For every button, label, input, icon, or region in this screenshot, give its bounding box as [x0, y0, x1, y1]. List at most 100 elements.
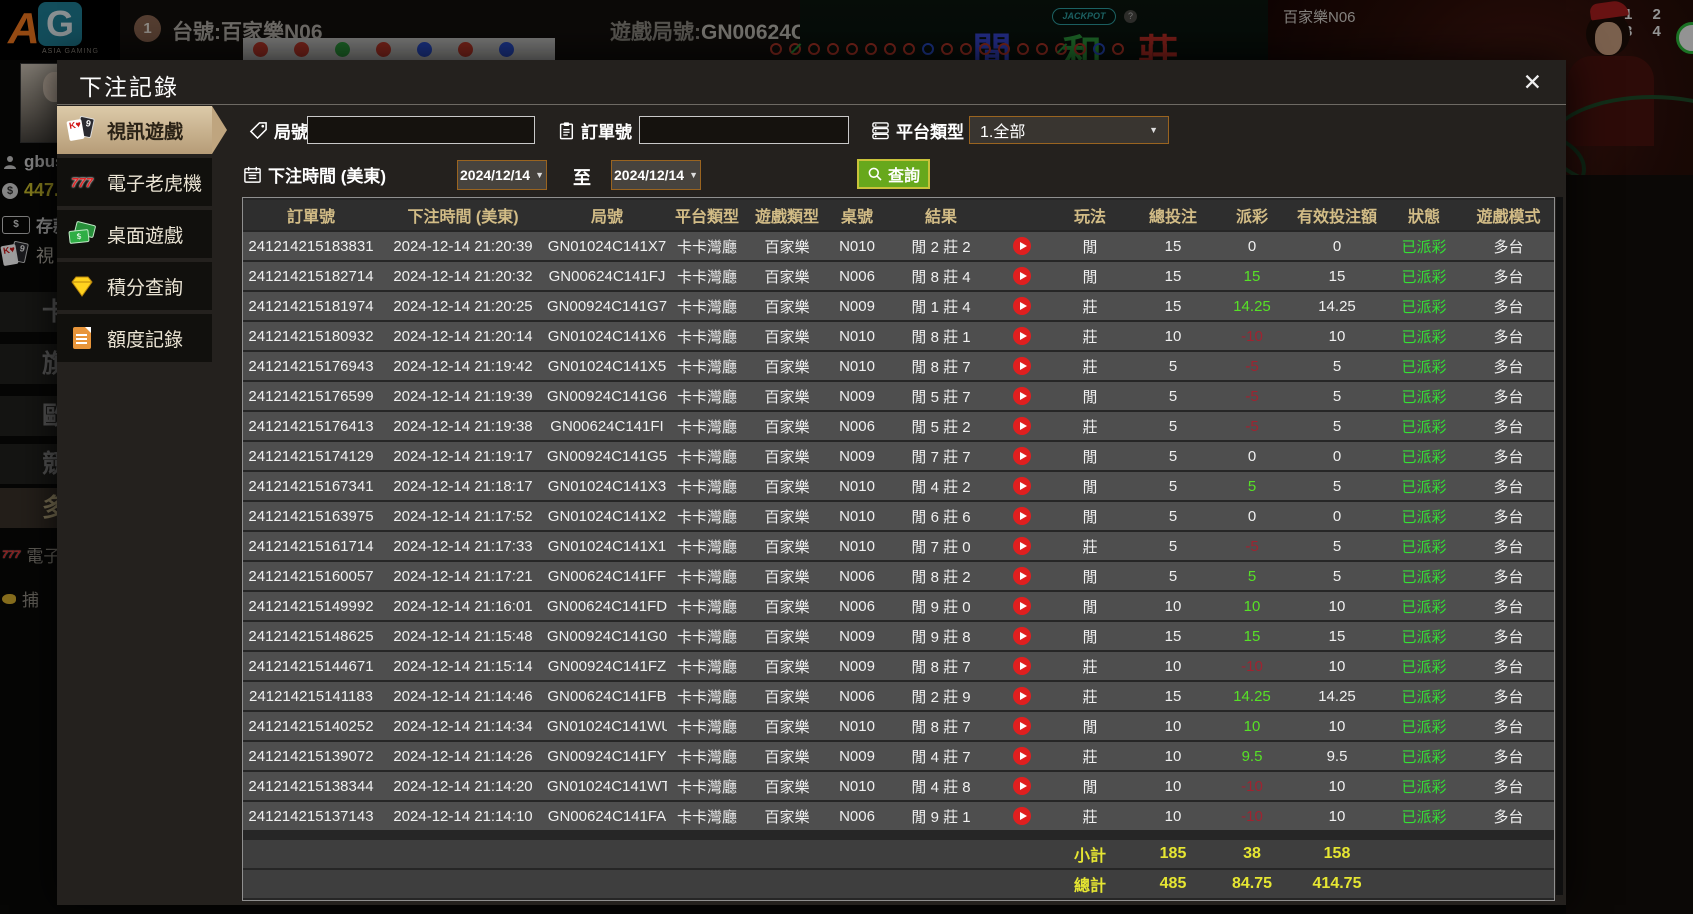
platform-cell: 卡卡灣廳 — [667, 562, 747, 590]
valid-bet-cell: 14.25 — [1289, 292, 1385, 320]
game-type-cell: 百家樂 — [747, 562, 827, 590]
table-no-cell: N010 — [827, 472, 887, 500]
play-type-cell: 莊 — [1049, 292, 1131, 320]
cards-icon: 9 K♥ — [66, 115, 97, 144]
menu-item-credit-records[interactable]: 額度記錄 — [57, 314, 212, 362]
menu-item-video-games[interactable]: 9 K♥ 視訊遊戲 — [57, 106, 227, 154]
bet-time-cell: 2024-12-14 21:18:17 — [379, 472, 547, 500]
date-from-select[interactable]: 2024/12/14 ▼ — [457, 160, 547, 190]
play-icon[interactable] — [1013, 237, 1031, 256]
filter-bar: 局號 訂單號 平台類型 1.全部 ▼ 下注時間 (美東) 2024/12/14 … — [229, 106, 1566, 196]
play-type-cell: 閒 — [1049, 772, 1131, 800]
result-cell: 閒 8 莊 1 — [887, 322, 995, 350]
col-header-status: 狀態 — [1385, 200, 1463, 230]
table-scrollbar[interactable] — [1556, 197, 1563, 895]
mode-cell: 多台 — [1463, 802, 1554, 830]
modal-header-divider — [57, 104, 1566, 105]
play-icon[interactable] — [1013, 267, 1031, 286]
payout-cell: -5 — [1215, 382, 1289, 410]
total-bet-cell: 10 — [1131, 712, 1215, 740]
table-no-cell: N006 — [827, 592, 887, 620]
menu-item-slots[interactable]: 777 電子老虎機 — [57, 158, 212, 206]
play-icon[interactable] — [1013, 717, 1031, 736]
total-empty — [243, 870, 1049, 898]
chevron-down-icon: ▼ — [689, 170, 698, 180]
round-id-cell: GN00924C141FZ — [547, 652, 667, 680]
valid-bet-cell: 15 — [1289, 622, 1385, 650]
order-id-cell: 241214215180932 — [243, 322, 379, 350]
order-id-cell: 241214215176943 — [243, 352, 379, 380]
menu-item-label: 視訊遊戲 — [107, 121, 184, 143]
close-icon[interactable]: ✕ — [1523, 68, 1542, 96]
bet-time-cell: 2024-12-14 21:19:39 — [379, 382, 547, 410]
platform-cell: 卡卡灣廳 — [667, 412, 747, 440]
table-no-cell: N010 — [827, 322, 887, 350]
order-id-input[interactable] — [639, 116, 849, 144]
round-id-cell: GN01024C141X2 — [547, 502, 667, 530]
table-no-cell: N009 — [827, 442, 887, 470]
play-icon[interactable] — [1013, 417, 1031, 436]
round-id-cell: GN01024C141X7 — [547, 232, 667, 260]
platform-type-select[interactable]: 1.全部 ▼ — [969, 116, 1169, 144]
menu-item-points-query[interactable]: 積分查詢 — [57, 262, 212, 310]
play-icon[interactable] — [1013, 537, 1031, 556]
order-id-cell: 241214215183831 — [243, 232, 379, 260]
valid-bet-cell: 10 — [1289, 772, 1385, 800]
play-icon[interactable] — [1013, 357, 1031, 376]
platform-cell: 卡卡灣廳 — [667, 802, 747, 830]
play-icon[interactable] — [1013, 327, 1031, 346]
result-cell: 閒 7 莊 0 — [887, 532, 995, 560]
payout-cell: 0 — [1215, 232, 1289, 260]
diamond-icon — [67, 272, 97, 300]
play-icon[interactable] — [1013, 627, 1031, 646]
date-to-select[interactable]: 2024/12/14 ▼ — [611, 160, 701, 190]
table-no-cell: N006 — [827, 802, 887, 830]
play-icon[interactable] — [1013, 477, 1031, 496]
bet-records-table-wrap: 訂單號 下注時間 (美東) 局號 平台類型 遊戲類型 桌號 結果 玩法 總投注 … — [242, 197, 1555, 901]
play-icon[interactable] — [1013, 597, 1031, 616]
col-header-total-bet: 總投注 — [1131, 200, 1215, 230]
play-icon[interactable] — [1013, 807, 1031, 826]
menu-item-table-games[interactable]: $ 桌面遊戲 — [57, 210, 212, 258]
table-row: 241214215148625 2024-12-14 21:15:48 GN0092… — [243, 622, 1554, 650]
payout-cell: 15 — [1215, 262, 1289, 290]
play-icon[interactable] — [1013, 747, 1031, 766]
valid-bet-cell: 5 — [1289, 382, 1385, 410]
result-cell: 閒 9 莊 1 — [887, 802, 995, 830]
menu-item-label: 電子老虎機 — [107, 173, 203, 195]
play-icon[interactable] — [1013, 447, 1031, 466]
result-cell: 閒 8 莊 2 — [887, 562, 995, 590]
payout-cell: 0 — [1215, 442, 1289, 470]
table-row: 241214215183831 2024-12-14 21:20:39 GN0102… — [243, 232, 1554, 260]
cash-icon: $ — [67, 220, 97, 248]
replay-cell — [995, 532, 1049, 560]
play-icon[interactable] — [1013, 507, 1031, 526]
replay-cell — [995, 322, 1049, 350]
play-icon[interactable] — [1013, 657, 1031, 676]
play-icon[interactable] — [1013, 777, 1031, 796]
play-icon[interactable] — [1013, 687, 1031, 706]
chevron-down-icon: ▼ — [535, 170, 544, 180]
total-bet-cell: 5 — [1131, 412, 1215, 440]
play-icon[interactable] — [1013, 297, 1031, 316]
platform-cell: 卡卡灣廳 — [667, 742, 747, 770]
bet-records-modal: 下注記錄 ✕ 9 K♥ 視訊遊戲 777 電子老虎機 $ 桌面遊戲 積分查詢 額… — [57, 60, 1566, 905]
bet-records-table: 訂單號 下注時間 (美東) 局號 平台類型 遊戲類型 桌號 結果 玩法 總投注 … — [242, 197, 1555, 901]
status-cell: 已派彩 — [1385, 262, 1463, 290]
result-cell: 閒 5 莊 7 — [887, 382, 995, 410]
col-header-round: 局號 — [547, 200, 667, 230]
play-icon[interactable] — [1013, 567, 1031, 586]
result-cell: 閒 7 莊 7 — [887, 442, 995, 470]
replay-cell — [995, 232, 1049, 260]
search-button[interactable]: 查詢 — [857, 159, 931, 189]
order-id-cell: 241214215163975 — [243, 502, 379, 530]
game-type-cell: 百家樂 — [747, 412, 827, 440]
bet-table-body: 241214215183831 2024-12-14 21:20:39 GN0102… — [243, 232, 1554, 830]
round-id-cell: GN00924C141G6 — [547, 382, 667, 410]
status-cell: 已派彩 — [1385, 322, 1463, 350]
table-row: 241214215176413 2024-12-14 21:19:38 GN0062… — [243, 412, 1554, 440]
payout-cell: -10 — [1215, 772, 1289, 800]
play-icon[interactable] — [1013, 387, 1031, 406]
round-id-input[interactable] — [307, 116, 535, 144]
total-bet-cell: 5 — [1131, 502, 1215, 530]
